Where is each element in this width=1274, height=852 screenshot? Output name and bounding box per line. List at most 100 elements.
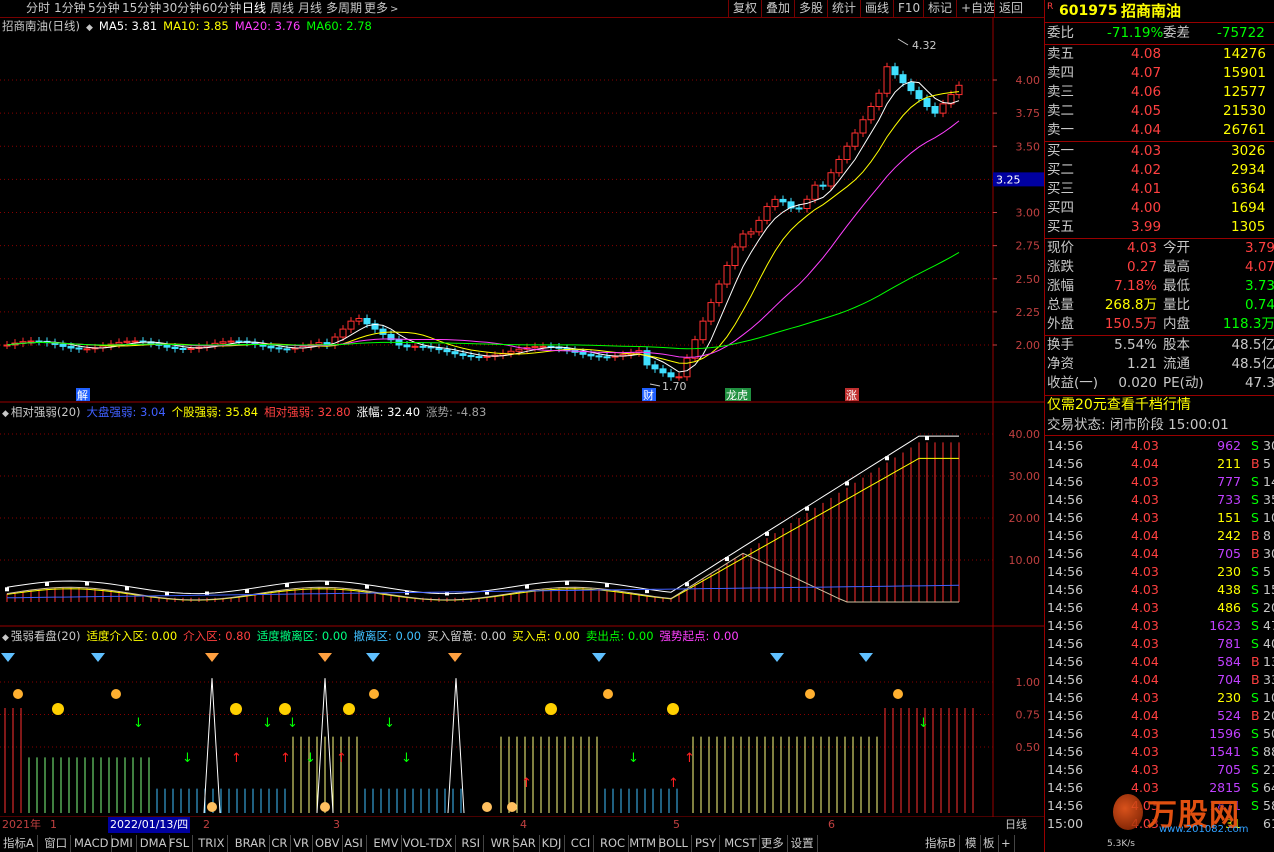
thumb-icon [369, 689, 379, 699]
indicator-tab-22[interactable]: PSY [692, 835, 721, 852]
indicator-tab-7[interactable]: BRAR [232, 835, 271, 852]
hand-icon [320, 802, 330, 812]
toolbar-button-5[interactable]: F10 [893, 0, 924, 17]
indicator-tab-13[interactable]: VOL-TDX [400, 835, 457, 852]
y-tick-label: 2.75 [1016, 240, 1041, 253]
promo-link[interactable]: 仅需20元查看千档行情 [1045, 396, 1274, 415]
period-tab-9[interactable]: 多周期 [326, 0, 362, 17]
net-speed: 5.3K/s [1107, 839, 1135, 849]
rel-dot [925, 436, 929, 441]
period-tab-0[interactable]: 分时 [26, 0, 50, 17]
period-toolbar: 分时 1分钟 5分钟 15分钟 30分钟 60分钟 日线 周线 月线 多周期 更多 > 复权 叠加 多股 统计… [0, 0, 1044, 18]
indicator-tab-17[interactable]: KDJ [539, 835, 566, 852]
candle-body [411, 345, 419, 348]
candle-body [507, 350, 515, 354]
candle-body [171, 346, 179, 349]
indicator-tab-5[interactable]: FSL [166, 835, 194, 852]
candle-body [931, 106, 939, 114]
toolbar-button-1[interactable]: 叠加 [761, 0, 794, 17]
smiley-icon [279, 703, 291, 715]
indicator2-value-1: 介入区: 0.80 [183, 629, 251, 643]
period-tab-1[interactable]: 1分钟 [54, 0, 86, 17]
indicator-tab-12[interactable]: EMV [370, 835, 403, 852]
bottom-right-0[interactable]: 指标B [922, 835, 960, 852]
y-tick-label: 2.00 [1016, 339, 1041, 352]
period-tab-10[interactable]: 更多 > [364, 0, 398, 17]
indicator-tab-24[interactable]: 更多 [758, 835, 788, 852]
candle-body [851, 132, 859, 147]
y-tick-label: 10.00 [1009, 554, 1041, 567]
bottom-right-1[interactable]: 模 [962, 835, 981, 852]
settings-icon[interactable]: ◆ [2, 633, 9, 643]
candle-body [587, 353, 595, 357]
period-tab-8[interactable]: 月线 [298, 0, 322, 17]
bottom-right-2[interactable]: 板 [980, 835, 999, 852]
toolbar-button-6[interactable]: 标记 [923, 0, 956, 17]
bid-row-2: 买三 4.01 6364 [1047, 181, 1266, 197]
candle-body [187, 347, 195, 350]
smiley-icon [230, 703, 242, 715]
period-tab-2[interactable]: 5分钟 [88, 0, 120, 17]
indicator-tab-25[interactable]: 设置 [788, 835, 818, 852]
indicator-tab-9[interactable]: VR [290, 835, 314, 852]
timeline-label-0: 2021年 [2, 818, 41, 831]
candle-body [747, 231, 755, 235]
indicator-tab-18[interactable]: CCI [568, 835, 595, 852]
down-arrow-icon: ↓ [287, 716, 298, 731]
period-tab-3[interactable]: 15分钟 [122, 0, 161, 17]
candle-body [795, 207, 803, 210]
candle-body [539, 345, 547, 348]
bottom-bar: 2021年 1 2022/01/13/四 2 3 4 5 6 日线 指标A 窗口 MACD DMI DMA… [0, 817, 1044, 852]
toolbar-button-0[interactable]: 复权 [728, 0, 761, 17]
indicator-tab-10[interactable]: OBV [312, 835, 344, 852]
indicator-tab-16[interactable]: SAR [509, 835, 540, 852]
candle-body [867, 106, 875, 121]
toolbar-button-8[interactable]: 返回 [994, 0, 1027, 17]
chevron-right-icon: > [390, 4, 399, 15]
indicator-tab-3[interactable]: DMI [108, 835, 137, 852]
indicator-tab-14[interactable]: RSI [458, 835, 485, 852]
up-arrow-icon: ↑ [280, 751, 291, 766]
candle-body [443, 349, 451, 353]
indicator1-value-3: 涨幅: 32.40 [356, 405, 421, 419]
hand-icon [207, 802, 217, 812]
toolbar-button-4[interactable]: 画线 [860, 0, 893, 17]
y-tick-label: 1.00 [1016, 676, 1041, 689]
period-tab-7[interactable]: 周线 [270, 0, 294, 17]
toolbar-button-7[interactable]: +自选 [956, 0, 999, 17]
smiley-icon [545, 703, 557, 715]
candle-body [875, 92, 883, 107]
candle-body [907, 82, 915, 92]
indicator-tab-0[interactable]: 指标A [0, 835, 38, 852]
main-legend: 招商南油(日线) ◆ MA5: 3.81 MA10: 3.85 MA20: 3.76 MA… [2, 18, 378, 34]
indicator-tab-2[interactable]: MACD [71, 835, 113, 852]
indicator-tab-1[interactable]: 窗口 [41, 835, 72, 852]
toolbar-button-2[interactable]: 多股 [794, 0, 827, 17]
settings-icon[interactable]: ◆ [2, 409, 9, 419]
ma-label-1: MA10: 3.85 [163, 19, 229, 33]
period-tab-6[interactable]: 日线 [242, 0, 266, 17]
indicator-tab-11[interactable]: ASI [341, 835, 367, 852]
high-annotation: 4.32 [912, 39, 937, 52]
period-tab-5[interactable]: 60分钟 [202, 0, 241, 17]
period-tab-4[interactable]: 30分钟 [162, 0, 201, 17]
indicator-tab-6[interactable]: TRIX [195, 835, 229, 852]
candle-body [59, 343, 67, 347]
indicator-tab-19[interactable]: ROC [597, 835, 630, 852]
indicator1-value-1: 个股强弱: 35.84 [171, 405, 259, 419]
toolbar-button-3[interactable]: 统计 [827, 0, 860, 17]
rel-line-white [6, 435, 959, 595]
rel-dot [5, 587, 9, 592]
thumb-icon [13, 689, 23, 699]
ma-line-20 [6, 120, 960, 358]
indicator-tab-21[interactable]: BOLL [655, 835, 692, 852]
spike-line [447, 678, 465, 814]
indicator-tab-8[interactable]: CR [268, 835, 292, 852]
down-arrow-icon: ↓ [305, 751, 316, 766]
weibi-value: -71.19% [1107, 25, 1164, 41]
hand-icon [482, 802, 492, 812]
candle-body [819, 184, 827, 187]
bottom-right-3[interactable]: + [998, 835, 1015, 852]
indicator-tab-23[interactable]: MCST [721, 835, 761, 852]
settings-icon[interactable]: ◆ [86, 23, 93, 33]
